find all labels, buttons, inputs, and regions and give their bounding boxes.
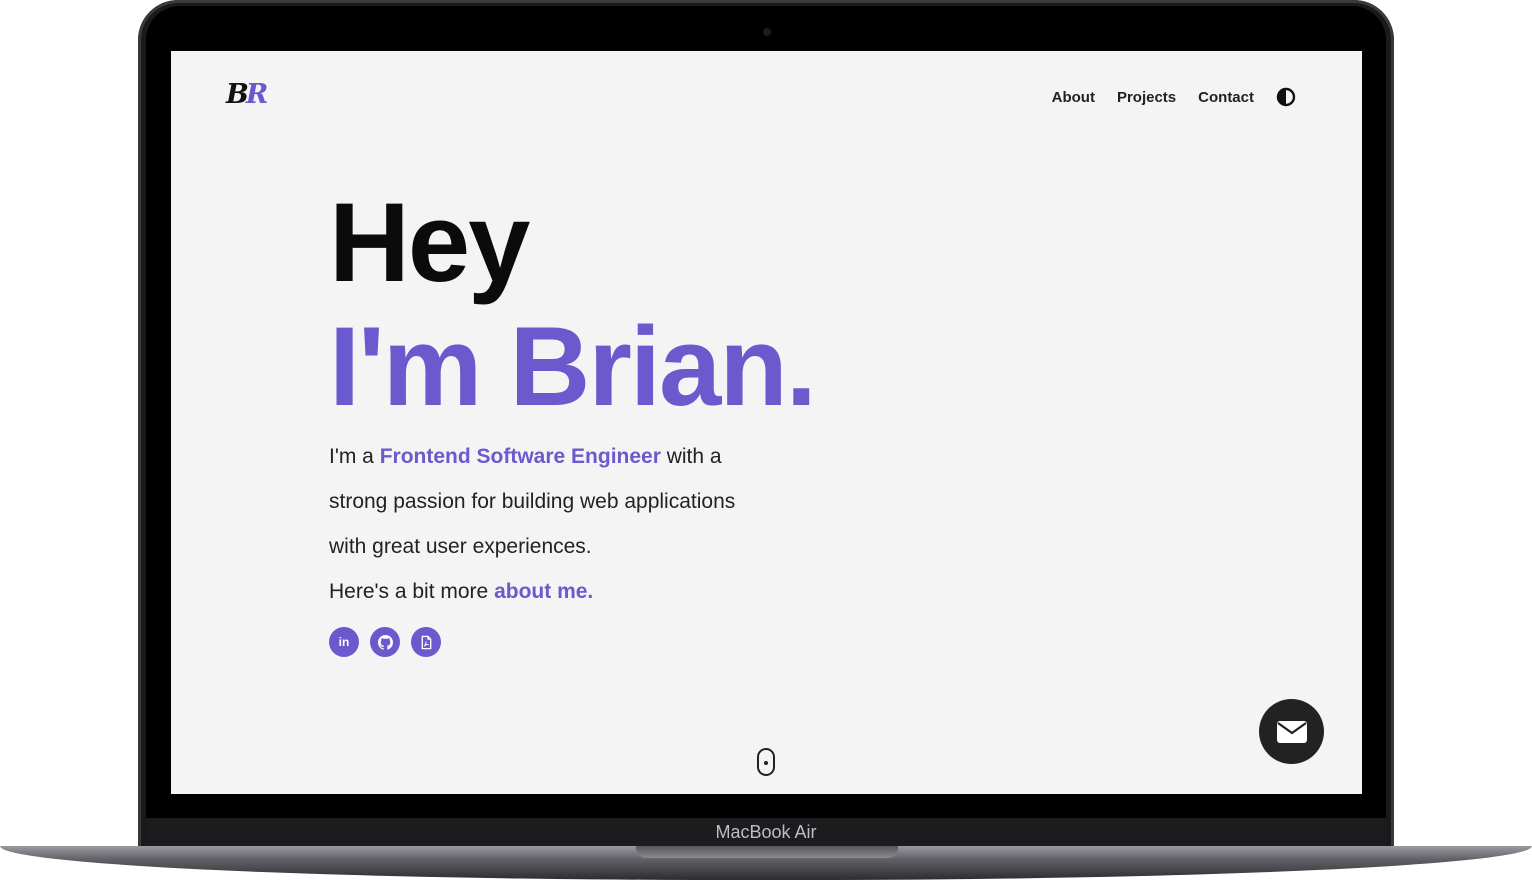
main-nav: About Projects Contact: [1052, 85, 1296, 109]
contact-fab-button[interactable]: [1259, 699, 1324, 764]
github-glyph: [377, 634, 393, 650]
linkedin-glyph: in: [338, 635, 350, 649]
more-prefix: Here's a bit more: [329, 580, 495, 603]
social-links: in: [329, 627, 441, 657]
about-me-link[interactable]: about me.: [494, 580, 593, 603]
logo-letter-second: R: [245, 79, 269, 110]
github-icon[interactable]: [370, 627, 400, 657]
linkedin-icon[interactable]: in: [329, 627, 359, 657]
webcam: [763, 28, 771, 36]
pdf-file-icon[interactable]: [411, 627, 441, 657]
hero-greeting: Hey: [329, 180, 530, 305]
nav-contact-link[interactable]: Contact: [1198, 89, 1254, 106]
hero-heading: Hey I'm Brian.: [329, 180, 817, 429]
intro-role: Frontend Software Engineer: [379, 445, 661, 468]
intro-prefix: I'm a: [329, 445, 380, 468]
website-screen: BR About Projects Contact Hey I'm Brian.…: [171, 51, 1362, 794]
pdf-glyph: [421, 635, 431, 649]
nav-projects-link[interactable]: Projects: [1117, 89, 1176, 106]
hero-name: I'm Brian.: [329, 304, 817, 429]
device-model-label: MacBook Air: [715, 822, 817, 842]
half-circle-contrast-icon[interactable]: [1276, 87, 1296, 107]
hero-intro: I'm a Frontend Software Engineer with a …: [329, 434, 749, 614]
nav-about-link[interactable]: About: [1052, 89, 1095, 106]
laptop-notch: [636, 846, 898, 858]
envelope-icon: [1276, 720, 1307, 743]
site-logo[interactable]: BR: [226, 79, 276, 111]
mouse-scroll-icon[interactable]: [756, 747, 776, 777]
logo-letter-first: B: [226, 79, 249, 110]
